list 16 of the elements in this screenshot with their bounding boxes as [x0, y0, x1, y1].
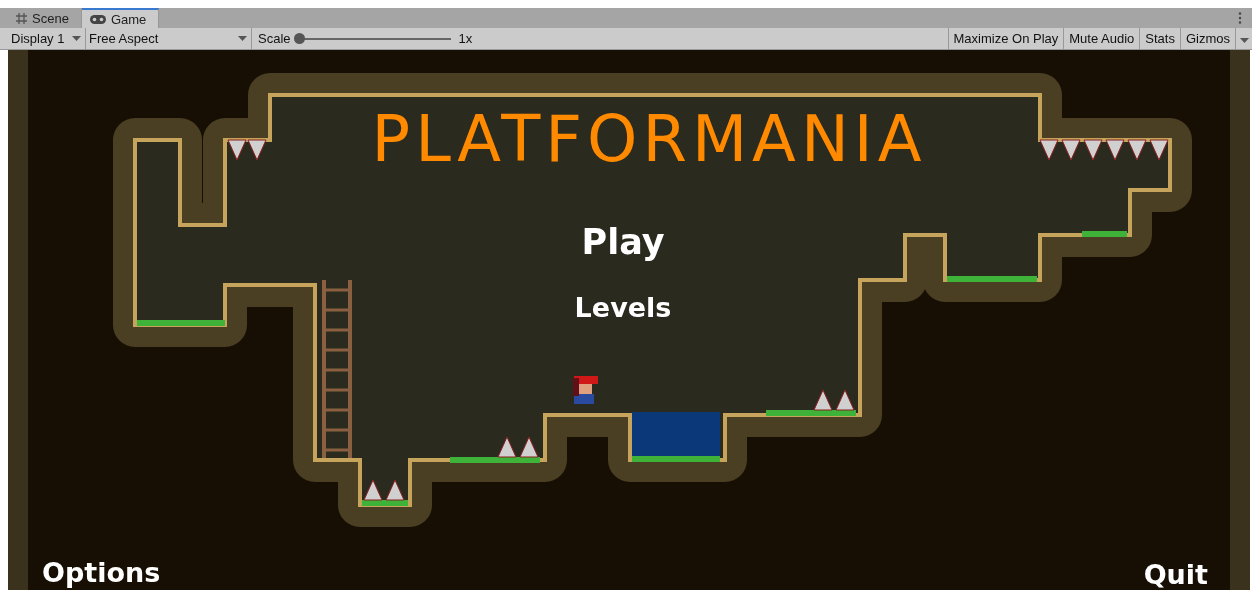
caret-icon [238, 36, 247, 41]
game-title: PLATFORMANIA [370, 102, 928, 176]
menu-button[interactable]: Quit [1143, 559, 1208, 590]
slider-thumb[interactable] [293, 33, 305, 44]
more-options-icon[interactable] [1238, 12, 1242, 24]
menu-button[interactable]: Play [558, 222, 688, 262]
dropdown-caret-button[interactable] [1235, 28, 1252, 49]
gamepad-icon [89, 14, 106, 24]
menu-button[interactable]: Levels [558, 292, 688, 323]
scale-label: Scale [258, 31, 291, 46]
caret-icon [1240, 38, 1249, 43]
grid-icon [16, 12, 27, 24]
view-tab[interactable]: Game [81, 8, 160, 28]
menu-button[interactable]: Options [42, 557, 161, 588]
scale-reading: 1x [458, 31, 473, 46]
caret-icon [72, 36, 81, 41]
